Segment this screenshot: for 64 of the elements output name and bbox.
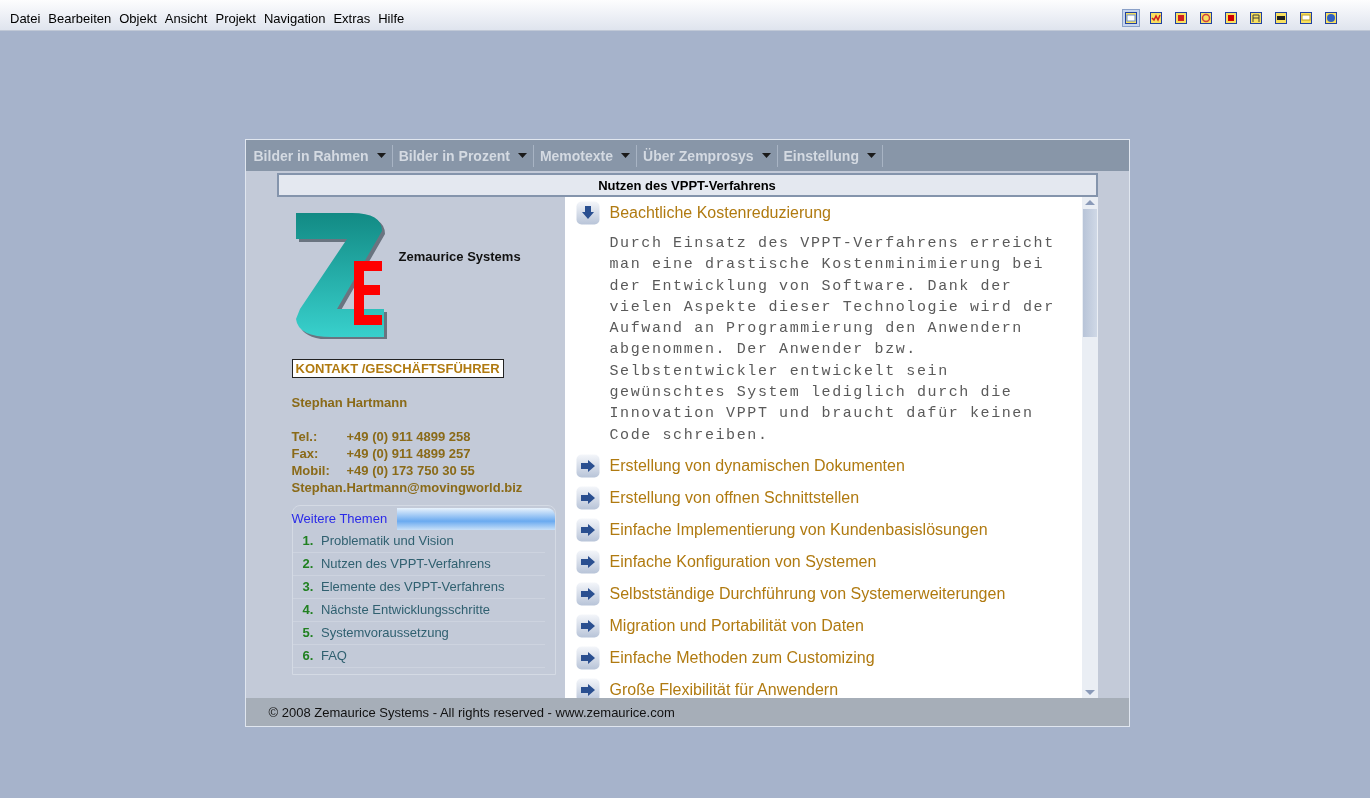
toolbar-button[interactable] [1147,9,1165,27]
menu-item[interactable]: Projekt [215,10,256,26]
contact-value: +49 (0) 911 4899 258 [346,429,471,444]
box-icon [1225,12,1237,24]
check-icon [1150,12,1162,24]
contact-value: +49 (0) 173 750 30 55 [346,463,475,478]
scrollbar[interactable] [1081,197,1098,698]
company-name: Zemaurice Systems [398,249,521,264]
page-title: Nutzen des VPPT-Verfahrens [276,173,1098,197]
toolbar-button[interactable] [1272,9,1290,27]
right-arrow-icon[interactable] [575,677,600,698]
menu-item[interactable]: Extras [333,10,371,26]
menu-item[interactable]: Datei [10,10,41,26]
nav-menu[interactable]: Einstellung [777,144,883,167]
section-link[interactable]: Selbstständige Durchführung von Systemerweiterungen [609,584,1006,603]
section-link[interactable]: Einfache Implementierung von Kundenbasislösungen [609,520,988,539]
section-link[interactable]: Einfache Methoden zum Customizing [609,648,875,667]
toolbar-button[interactable] [1247,9,1265,27]
caret-icon [866,152,876,159]
section-link[interactable]: Einfache Konfiguration von Systemen [609,552,877,571]
menu-item[interactable]: Ansicht [164,10,208,26]
topics-title: Weitere Themen [291,509,388,528]
section-link[interactable]: Erstellung von dynamischen Dokumenten [609,456,905,475]
footer-text: © 2008 Zemaurice Systems - All rights reserved - www.zemaurice.com [245,698,1129,726]
menu-item[interactable]: Objekt [119,10,157,26]
caret-icon [376,152,386,159]
menu-item[interactable]: Hilfe [378,10,405,26]
section-link[interactable]: Erstellung von offnen Schnittstellen [609,488,860,507]
section-link[interactable]: Beachtliche Kostenreduzierung [609,204,831,222]
toolbar-button[interactable] [1172,9,1190,27]
topic-link[interactable]: 6. FAQ [292,645,545,668]
nav-menu[interactable]: Über Zemprosys [637,144,778,167]
contact-name: Stephan Hartmann [291,395,409,410]
toolbar-button[interactable] [1297,9,1315,27]
caret-icon [517,152,527,159]
caret-icon [761,152,771,159]
ring-icon [1200,12,1212,24]
help-icon [1325,12,1337,24]
nav-menu[interactable]: Memotexte [533,144,637,167]
toolbar-button[interactable] [1122,9,1140,27]
section-text: Durch Einsatz des VPPT-Verfahrens erreicht man eine drastische Kostenminimierung bei der Entwicklung von Software. Dank der vielen Aspekte dieser Technologie wird der Aufwand an Programmierung den Anwendern abgenommen. Der Anwender bzw. Selbstentwickler entwickelt sein gewünschtes System lediglich durch die Innovation VPPT und braucht dafür keinen Code schreiben. [609,234,1056,446]
contact-label: Tel.: [291,429,319,444]
nav-menu[interactable]: Bilder in Prozent [392,144,534,167]
contact-label: Mobil: [291,463,331,478]
topic-link[interactable]: 3. Elemente des VPPT-Verfahrens [292,576,545,599]
menu-item[interactable]: Bearbeiten [48,10,112,26]
contact-value: +49 (0) 911 4899 257 [346,446,471,461]
contact-heading: KONTAKT /GESCHÄFTSFÜHRER [291,359,504,378]
contact-label: Fax: [291,446,320,461]
scroll-thumb[interactable] [1082,209,1097,337]
window-icon [1125,12,1137,24]
toolbar-button[interactable] [1197,9,1215,27]
section-link[interactable]: Große Flexibilität für Anwendern [609,680,839,698]
nav-menu[interactable]: Bilder in Rahmen [247,144,393,167]
topic-link[interactable]: 5. Systemvoraussetzung [292,622,545,645]
toolbar-button[interactable] [1222,9,1240,27]
menu-item[interactable]: Navigation [263,10,326,26]
section-link[interactable]: Migration und Portabilität von Daten [609,616,864,635]
caret-icon [621,152,630,159]
email-link[interactable]: Stephan.Hartmann@movingworld.biz [291,480,565,495]
toolbar-button[interactable] [1322,9,1340,27]
topic-link[interactable]: 2. Nutzen des VPPT-Verfahrens [292,553,545,576]
topic-link[interactable]: 1. Problematik und Vision [292,530,545,553]
topic-link[interactable]: 4. Nächste Entwicklungsschritte [292,599,545,622]
